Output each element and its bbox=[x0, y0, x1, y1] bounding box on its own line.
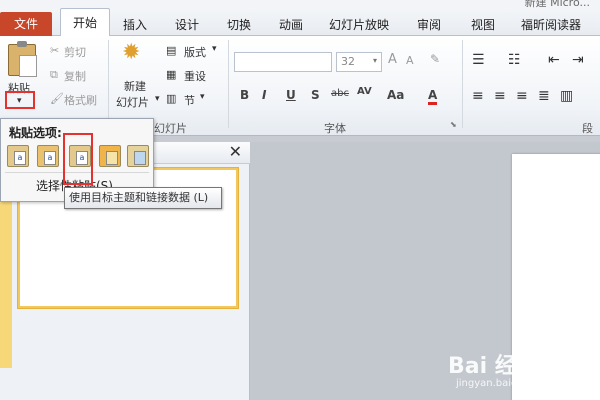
slides-group-label: 幻灯片 bbox=[154, 122, 187, 135]
underline-button[interactable]: U bbox=[286, 88, 296, 102]
tab-design[interactable]: 设计 bbox=[170, 14, 204, 36]
character-spacing-button[interactable]: AV bbox=[357, 86, 372, 97]
watermark-url: jingyan.baidu.com bbox=[456, 378, 549, 389]
increase-indent-icon[interactable]: ⇥ bbox=[572, 52, 584, 68]
brush-icon: 🖌 bbox=[50, 92, 64, 105]
highlight-box-link-data bbox=[63, 133, 93, 185]
close-icon[interactable]: ✕ bbox=[229, 142, 242, 161]
paragraph-group-label: 段 bbox=[582, 122, 593, 135]
scissors-icon: ✂ bbox=[50, 44, 60, 57]
chevron-down-icon[interactable]: ▾ bbox=[373, 56, 377, 65]
new-slide-label-2[interactable]: 幻灯片 bbox=[116, 94, 149, 110]
paste-use-destination-theme-icon[interactable]: a bbox=[7, 145, 29, 167]
decrease-indent-icon[interactable]: ⇤ bbox=[548, 52, 560, 68]
paste-icon[interactable] bbox=[8, 41, 37, 77]
highlight-box-paste-dropdown bbox=[5, 91, 35, 109]
new-slide-icon[interactable]: ✹ bbox=[122, 40, 140, 65]
format-painter-button[interactable]: 格式刷 bbox=[64, 92, 97, 108]
group-separator bbox=[228, 40, 229, 128]
tab-home[interactable]: 开始 bbox=[60, 8, 110, 37]
change-case-button[interactable]: Aa bbox=[387, 88, 404, 102]
clear-format-icon[interactable]: ✎ bbox=[430, 52, 440, 66]
ribbon-tab-bar: 文件 开始 插入 设计 切换 动画 幻灯片放映 审阅 视图 福昕阅读器 bbox=[0, 8, 600, 37]
tab-file[interactable]: 文件 bbox=[0, 12, 52, 36]
tab-view[interactable]: 视图 bbox=[466, 14, 500, 36]
reset-icon: ▦ bbox=[166, 68, 177, 81]
paste-picture-icon[interactable] bbox=[127, 145, 149, 167]
tab-slideshow[interactable]: 幻灯片放映 bbox=[326, 14, 392, 36]
tab-insert[interactable]: 插入 bbox=[118, 14, 152, 36]
align-center-icon[interactable]: ≡ bbox=[494, 88, 506, 104]
chevron-down-icon[interactable]: ▾ bbox=[200, 92, 205, 102]
tab-animations[interactable]: 动画 bbox=[274, 14, 308, 36]
bullets-icon[interactable]: ☰ bbox=[472, 52, 485, 68]
columns-icon[interactable]: ▥ bbox=[560, 88, 573, 104]
align-right-icon[interactable]: ≡ bbox=[516, 88, 528, 104]
new-slide-label-1[interactable]: 新建 bbox=[124, 78, 146, 94]
justify-icon[interactable]: ≣ bbox=[538, 88, 550, 104]
section-button[interactable]: 节 bbox=[184, 92, 195, 108]
watermark-brand: Bai 经验 bbox=[448, 354, 539, 379]
dialog-launcher-icon[interactable]: ⬊ bbox=[450, 120, 457, 129]
shrink-font-icon[interactable]: A bbox=[406, 54, 414, 67]
layout-icon: ▤ bbox=[166, 44, 177, 57]
group-separator bbox=[462, 40, 463, 128]
paste-embed-icon[interactable] bbox=[99, 145, 121, 167]
strikethrough-button[interactable]: abc bbox=[331, 88, 349, 99]
slide-canvas-area bbox=[250, 142, 600, 400]
font-group-label: 字体 bbox=[324, 122, 346, 135]
font-size-value: 32 bbox=[341, 55, 355, 68]
paste-options-title: 粘贴选项: bbox=[9, 126, 62, 140]
tab-transitions[interactable]: 切换 bbox=[222, 14, 256, 36]
font-name-input[interactable] bbox=[234, 52, 332, 72]
align-left-icon[interactable]: ≡ bbox=[472, 88, 484, 104]
shadow-button[interactable]: S bbox=[311, 88, 320, 102]
tab-review[interactable]: 审阅 bbox=[412, 14, 446, 36]
font-color-button[interactable]: A bbox=[428, 88, 438, 105]
copy-icon: ⧉ bbox=[50, 68, 58, 81]
numbering-icon[interactable]: ☷ bbox=[508, 52, 521, 68]
cut-button[interactable]: 剪切 bbox=[64, 44, 86, 60]
title-bar: 新建 Micro... bbox=[0, 0, 600, 9]
group-separator bbox=[108, 40, 109, 128]
tab-foxit-reader[interactable]: 福昕阅读器 bbox=[518, 14, 584, 36]
bold-button[interactable]: B bbox=[240, 88, 249, 102]
tooltip: 使用目标主题和链接数据 (L) bbox=[64, 187, 222, 209]
chevron-down-icon[interactable]: ▾ bbox=[155, 94, 160, 104]
italic-button[interactable]: I bbox=[262, 88, 266, 102]
layout-button[interactable]: 版式 bbox=[184, 44, 206, 60]
reset-button[interactable]: 重设 bbox=[184, 68, 206, 84]
font-size-input[interactable]: 32 ▾ bbox=[336, 52, 382, 72]
chevron-down-icon[interactable]: ▾ bbox=[212, 44, 217, 54]
section-icon: ▥ bbox=[166, 92, 177, 105]
paste-keep-source-formatting-icon[interactable]: a bbox=[37, 145, 59, 167]
grow-font-icon[interactable]: A bbox=[388, 52, 397, 67]
copy-button[interactable]: 复制 bbox=[64, 68, 86, 84]
